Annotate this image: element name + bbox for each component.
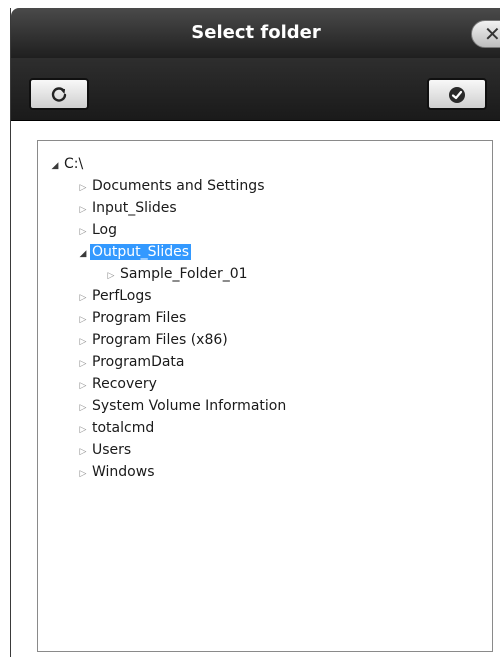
- tree-node-child[interactable]: ▷ Sample_Folder_01: [104, 263, 250, 285]
- tree-node-label: Windows: [92, 464, 155, 480]
- tree-node-label: totalcmd: [92, 420, 155, 436]
- select-folder-dialog: Select folder ✕ ◢ C:\ ▷ Documents and Sett…: [10, 8, 500, 657]
- tree-node[interactable]: ▷ System Volume Information: [76, 395, 288, 417]
- tree-node-selected[interactable]: ◢ Output_Slides: [76, 241, 192, 265]
- tree-node-label: System Volume Information: [92, 398, 287, 414]
- tree-node-root[interactable]: ◢ C:\: [48, 153, 85, 175]
- refresh-button[interactable]: [29, 78, 89, 110]
- tree-node-label: Log: [92, 222, 118, 238]
- tree-node[interactable]: ▷ Recovery: [76, 373, 159, 395]
- tree-node[interactable]: ▷ ProgramData: [76, 351, 187, 373]
- checkmark-icon: [449, 87, 465, 103]
- collapsed-arrow-icon[interactable]: ▷: [76, 463, 90, 485]
- collapsed-arrow-icon[interactable]: ▷: [76, 309, 90, 331]
- tree-node[interactable]: ▷ Users: [76, 439, 133, 461]
- tree-node-label: Sample_Folder_01: [120, 266, 248, 282]
- folder-tree[interactable]: ◢ C:\ ▷ Documents and Settings ▷ Input_Slid…: [37, 140, 493, 652]
- tree-node-label: ProgramData: [92, 354, 185, 370]
- tree-node-label: Output_Slides: [90, 244, 192, 260]
- tree-node-label: PerfLogs: [92, 288, 152, 304]
- close-icon: ✕: [484, 22, 500, 46]
- collapsed-arrow-icon[interactable]: ▷: [76, 221, 90, 243]
- tree-node[interactable]: ▷ Documents and Settings: [76, 175, 266, 197]
- tree-node-label: Users: [92, 442, 132, 458]
- tree-node-label: C:\: [64, 156, 84, 172]
- close-button[interactable]: ✕: [471, 20, 500, 48]
- collapsed-arrow-icon[interactable]: ▷: [76, 199, 90, 221]
- tree-node-label: Documents and Settings: [92, 178, 265, 194]
- tree-node-label: Recovery: [92, 376, 157, 392]
- tree-node-label: Program Files (x86): [92, 332, 228, 348]
- tree-node-label: Program Files: [92, 310, 187, 326]
- tree-node[interactable]: ▷ Log: [76, 219, 119, 241]
- collapsed-arrow-icon[interactable]: ▷: [76, 441, 90, 463]
- dialog-title: Select folder: [191, 22, 321, 43]
- expanded-arrow-icon[interactable]: ◢: [48, 155, 62, 177]
- tree-node[interactable]: ▷ PerfLogs: [76, 285, 154, 307]
- tree-node[interactable]: ▷ totalcmd: [76, 417, 156, 439]
- collapsed-arrow-icon[interactable]: ▷: [76, 419, 90, 441]
- tree-node[interactable]: ▷ Program Files: [76, 307, 188, 329]
- toolbar: [11, 58, 500, 121]
- collapsed-arrow-icon[interactable]: ▷: [76, 287, 90, 309]
- refresh-icon: [51, 87, 67, 102]
- collapsed-arrow-icon[interactable]: ▷: [76, 375, 90, 397]
- tree-node[interactable]: ▷ Input_Slides: [76, 197, 179, 219]
- collapsed-arrow-icon[interactable]: ▷: [76, 177, 90, 199]
- confirm-button[interactable]: [427, 78, 487, 110]
- expanded-arrow-icon[interactable]: ◢: [76, 243, 90, 265]
- tree-node[interactable]: ▷ Program Files (x86): [76, 329, 230, 351]
- tree-node[interactable]: ▷ Windows: [76, 461, 157, 483]
- collapsed-arrow-icon[interactable]: ▷: [76, 397, 90, 419]
- tree-node-label: Input_Slides: [92, 200, 177, 216]
- collapsed-arrow-icon[interactable]: ▷: [76, 331, 90, 353]
- title-bar: Select folder: [11, 8, 500, 58]
- collapsed-arrow-icon[interactable]: ▷: [104, 265, 118, 287]
- collapsed-arrow-icon[interactable]: ▷: [76, 353, 90, 375]
